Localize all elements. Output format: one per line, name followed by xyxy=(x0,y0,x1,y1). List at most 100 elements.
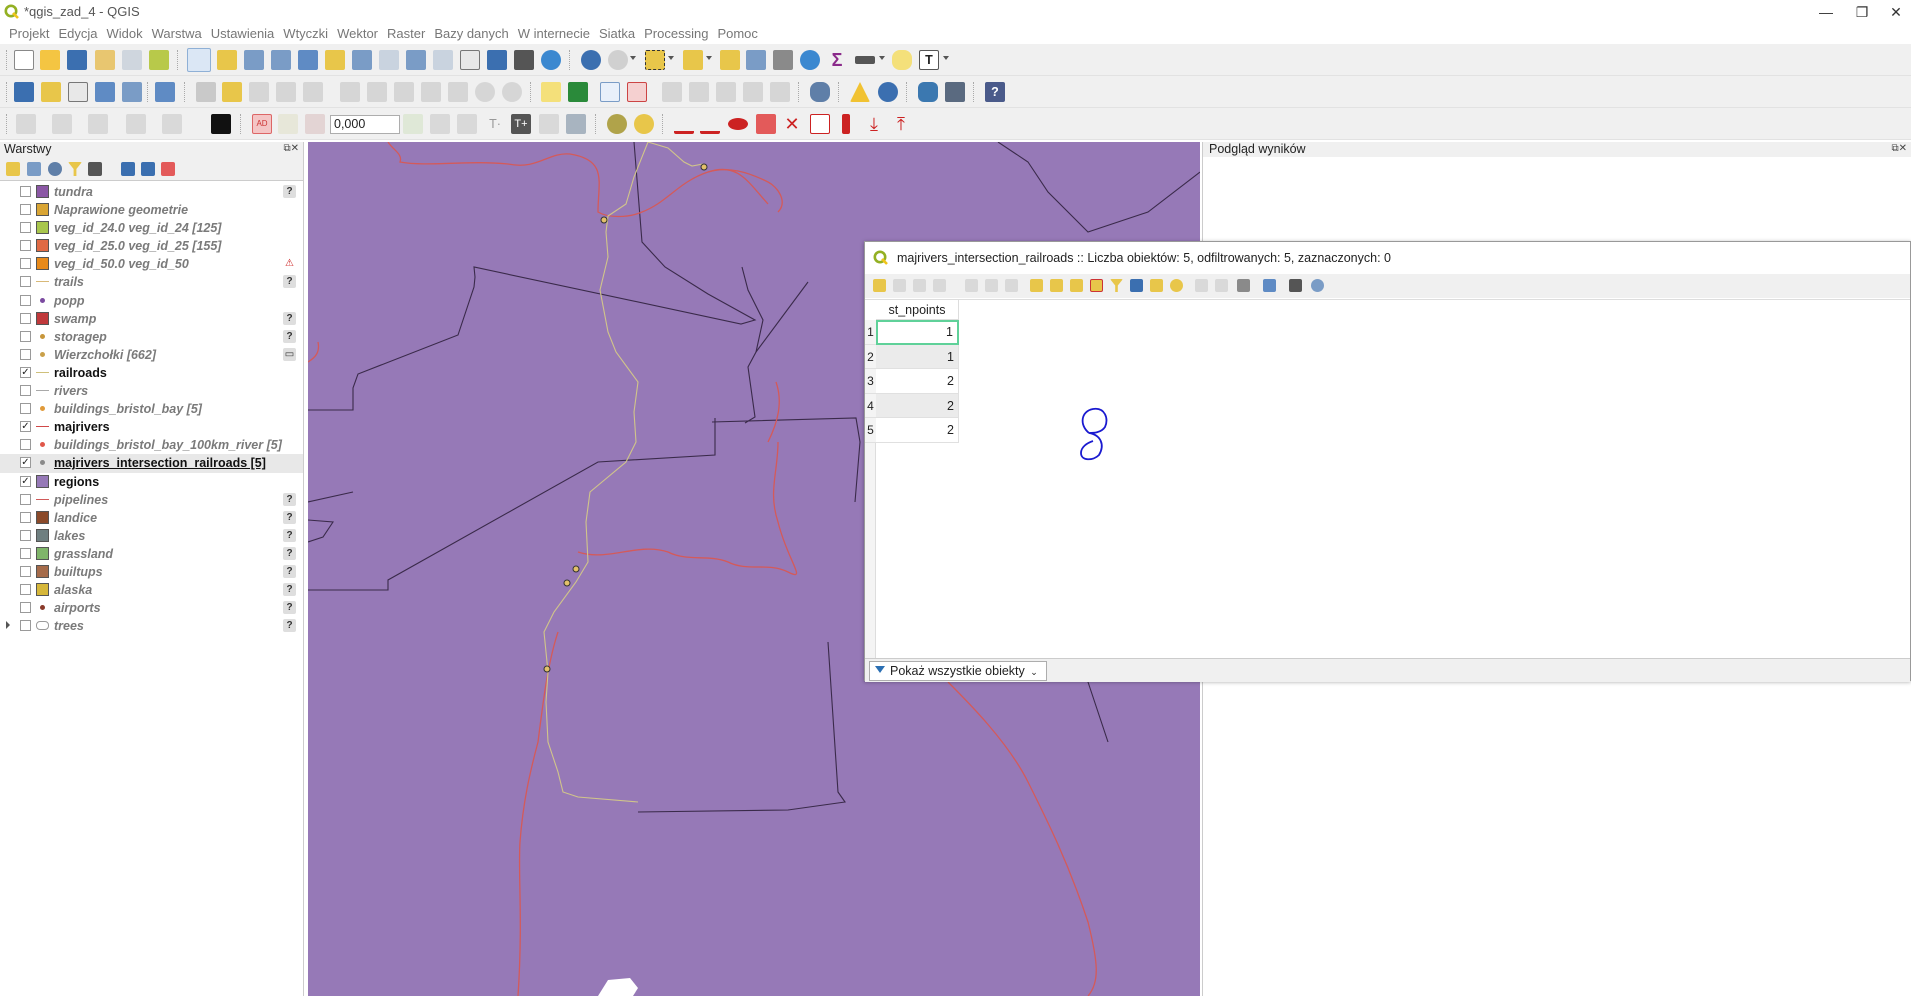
layer-visibility-checkbox[interactable] xyxy=(20,186,31,197)
measure-line-icon[interactable] xyxy=(855,56,875,64)
layer-row-majrivers[interactable]: ✓ majrivers xyxy=(0,418,303,436)
move-selection-top-icon[interactable] xyxy=(1130,279,1143,292)
layer-row-popp[interactable]: popp xyxy=(0,292,303,310)
save-edits-icon[interactable] xyxy=(913,279,926,292)
new-shapefile-layer-icon[interactable] xyxy=(68,82,88,102)
pin-labels-icon[interactable] xyxy=(627,82,647,102)
pan-map-icon[interactable] xyxy=(187,48,211,72)
new-virtual-layer-icon[interactable] xyxy=(155,82,175,102)
current-edits-icon[interactable] xyxy=(196,82,216,102)
table-row[interactable]: 42 xyxy=(865,393,959,418)
add-text-icon[interactable]: T+ xyxy=(511,114,531,134)
restore-button[interactable]: ❐ xyxy=(1852,2,1872,22)
field-calculator-icon[interactable]: Σ xyxy=(827,50,847,70)
paste-rows-icon[interactable] xyxy=(1215,279,1228,292)
show-hide-labels-icon[interactable] xyxy=(662,82,682,102)
collapse-all-icon[interactable] xyxy=(141,162,155,176)
delete-feature-icon[interactable] xyxy=(985,279,998,292)
fill-ring-icon[interactable] xyxy=(728,118,748,130)
python-console-icon[interactable] xyxy=(918,82,938,102)
layer-row-naprawione[interactable]: Naprawione geometrie xyxy=(0,201,303,219)
layer-row-veg_id_250[interactable]: veg_id_25.0 veg_id_25 [155] xyxy=(0,237,303,255)
layer-visibility-checkbox[interactable]: ✓ xyxy=(20,366,31,378)
layer-row-regions[interactable]: ✓ regions xyxy=(0,473,303,491)
layer-row-landice[interactable]: landice? xyxy=(0,509,303,527)
add-part-icon[interactable] xyxy=(700,114,720,134)
new-field-icon[interactable] xyxy=(1237,279,1250,292)
digitize-rectangle-icon[interactable] xyxy=(88,114,108,134)
table-cell-st-npoints[interactable]: 1 xyxy=(876,344,959,369)
select-all-icon[interactable] xyxy=(1050,279,1063,292)
layer-row-alaska[interactable]: alaska? xyxy=(0,581,303,599)
undo-icon[interactable] xyxy=(475,82,495,102)
menu-projekt[interactable]: Projekt xyxy=(6,24,55,44)
bookmarks-icon[interactable] xyxy=(514,50,534,70)
layer-labeling-icon[interactable] xyxy=(541,82,561,102)
toolbar-handle[interactable] xyxy=(6,50,8,70)
new-project-icon[interactable] xyxy=(14,50,34,70)
row-number[interactable]: 2 xyxy=(865,344,876,369)
row-number[interactable]: 4 xyxy=(865,393,876,418)
column-header-st-npoints[interactable]: st_npoints xyxy=(876,300,959,320)
digitize-circle-icon[interactable] xyxy=(16,114,36,134)
georeferencer-icon[interactable] xyxy=(878,82,898,102)
layer-row-storagep[interactable]: storagep? xyxy=(0,328,303,346)
table-cell-st-npoints[interactable]: 1 xyxy=(876,320,959,345)
advanced-digitizing-icon[interactable]: AD xyxy=(252,114,272,134)
temporary-layer-icon[interactable]: ▭ xyxy=(283,347,296,361)
layer-visibility-checkbox[interactable] xyxy=(20,204,31,216)
menu-ustawienia[interactable]: Ustawienia xyxy=(208,24,281,44)
deselect-icon[interactable] xyxy=(1090,279,1103,292)
layer-row-rivers[interactable]: rivers xyxy=(0,382,303,400)
menu-widok[interactable]: Widok xyxy=(104,24,149,44)
manage-visibility-icon[interactable] xyxy=(48,162,62,176)
new-map-view-icon[interactable] xyxy=(460,50,480,70)
row-number[interactable]: 1 xyxy=(865,320,876,345)
unknown-datasource-icon[interactable]: ? xyxy=(283,619,296,633)
simplify-icon[interactable] xyxy=(634,114,654,134)
layout-manager-icon[interactable] xyxy=(122,50,142,70)
unknown-datasource-icon[interactable]: ? xyxy=(283,601,296,615)
layer-visibility-checkbox[interactable] xyxy=(20,511,31,523)
rotation-value-input[interactable]: 0,000 xyxy=(330,115,400,134)
layer-visibility-checkbox[interactable] xyxy=(20,547,31,559)
layer-visibility-checkbox[interactable] xyxy=(20,620,31,632)
show-all-features-button[interactable]: Pokaż wszystkie obiekty ⌄ xyxy=(869,661,1047,681)
data-source-manager-icon[interactable] xyxy=(14,82,34,102)
unknown-datasource-icon[interactable]: ? xyxy=(283,492,296,506)
open-attribute-table-icon[interactable] xyxy=(746,50,766,70)
deselect-all-icon[interactable] xyxy=(720,50,740,70)
zoom-to-selected-icon[interactable] xyxy=(1170,279,1183,292)
pan-to-selected-icon[interactable] xyxy=(1150,279,1163,292)
export-icon[interactable]: ⤒ xyxy=(891,114,911,134)
unknown-datasource-icon[interactable]: ? xyxy=(283,583,296,597)
vertex-tool-icon[interactable] xyxy=(303,82,323,102)
zoom-to-layer-icon[interactable] xyxy=(352,50,372,70)
layer-row-lakes[interactable]: lakes? xyxy=(0,527,303,545)
add-feature-icon[interactable] xyxy=(276,82,296,102)
run-feature-action-icon[interactable] xyxy=(608,50,628,70)
digitize-ellipse-icon[interactable] xyxy=(52,114,72,134)
text-annotation-icon[interactable]: T xyxy=(919,50,939,70)
row-number[interactable]: 5 xyxy=(865,418,876,443)
layer-row-majrivers_intersection_railroads[interactable]: ✓ majrivers_intersection_railroads [5] xyxy=(0,454,303,473)
toggle-shape-icon[interactable] xyxy=(211,114,231,134)
menu-edycja[interactable]: Edycja xyxy=(55,24,103,44)
table-row[interactable]: 11 xyxy=(865,320,959,345)
offset-point-icon[interactable] xyxy=(842,114,850,134)
menu-raster[interactable]: Raster xyxy=(384,24,431,44)
layer-visibility-checkbox[interactable] xyxy=(20,330,31,342)
panel-float-close-icon[interactable]: ⧉✕ xyxy=(1891,143,1907,154)
multi-edit-icon[interactable] xyxy=(893,279,906,292)
new-geopackage-layer-icon[interactable] xyxy=(41,82,61,102)
change-label-icon[interactable] xyxy=(743,82,763,102)
toolbar-handle[interactable] xyxy=(6,114,8,134)
panel-float-close-icon[interactable]: ⧉✕ xyxy=(283,143,299,154)
layer-visibility-checkbox[interactable] xyxy=(20,222,31,234)
import-icon[interactable]: ⤓ xyxy=(864,114,884,134)
modify-attributes-icon[interactable] xyxy=(340,82,360,102)
layer-visibility-checkbox[interactable] xyxy=(20,584,31,596)
menu-processing[interactable]: Processing xyxy=(641,24,714,44)
identify-features-icon[interactable] xyxy=(581,50,601,70)
delete-ring-icon[interactable] xyxy=(756,114,776,134)
